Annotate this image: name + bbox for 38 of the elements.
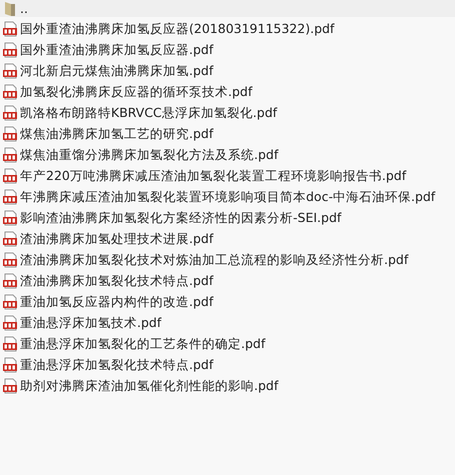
pdf-file-icon [2,20,18,36]
folder-icon [2,0,18,16]
file-name[interactable]: 国外重渣油沸腾床加氢反应器.pdf [20,42,214,58]
file-name[interactable]: 渣油沸腾床加氢裂化技术对炼油加工总流程的影响及经济性分析.pdf [20,252,408,268]
pdf-file-icon [2,42,18,58]
file-name[interactable]: 年产220万吨沸腾床减压渣油加氢裂化装置工程环境影响报告书.pdf [20,168,406,184]
file-name[interactable]: 国外重渣油沸腾床加氢反应器(20180319115322).pdf [20,20,334,36]
file-name[interactable]: 河北新启元煤焦油沸腾床加氢.pdf [20,62,214,78]
pdf-file-icon [2,378,18,394]
pdf-file-icon [2,188,18,204]
pdf-file-icon [2,104,18,120]
pdf-file-icon [2,62,18,78]
parent-folder-link[interactable]: .. [20,0,28,16]
pdf-file-icon [2,210,18,226]
pdf-file-icon [2,126,18,142]
file-name[interactable]: 年沸腾床减压渣油加氢裂化装置环境影响项目简本doc-中海石油环保.pdf [20,188,436,204]
pdf-file-icon [2,336,18,352]
pdf-file-icon [2,168,18,184]
file-name[interactable]: 影响渣油沸腾床加氢裂化方案经济性的因素分析-SEI.pdf [20,210,342,226]
file-name[interactable]: 凯洛格布朗路特KBRVCC悬浮床加氢裂化.pdf [20,104,278,120]
file-name[interactable]: 重油悬浮床加氢裂化技术特点.pdf [20,356,214,372]
file-name[interactable]: 重油加氢反应器内构件的改造.pdf [20,294,214,310]
file-name[interactable]: 煤焦油沸腾床加氢工艺的研究.pdf [20,126,214,142]
file-name[interactable]: 煤焦油重馏分沸腾床加氢裂化方法及系统.pdf [20,146,278,162]
file-name[interactable]: 加氢裂化沸腾床反应器的循环泵技术.pdf [20,84,252,100]
pdf-file-icon [2,146,18,162]
file-name[interactable]: 重油悬浮床加氢裂化的工艺条件的确定.pdf [20,336,266,352]
pdf-file-icon [2,294,18,310]
pdf-file-icon [2,314,18,330]
file-name[interactable]: 重油悬浮床加氢技术.pdf [20,314,162,330]
file-name[interactable]: 渣油沸腾床加氢裂化技术特点.pdf [20,272,214,288]
pdf-file-icon [2,252,18,268]
pdf-file-icon [2,356,18,372]
pdf-file-icon [2,272,18,288]
file-name[interactable]: 助剂对沸腾床渣油加氢催化剂性能的影响.pdf [20,378,278,394]
file-name[interactable]: 渣油沸腾床加氢处理技术进展.pdf [20,230,214,246]
pdf-file-icon [2,230,18,246]
pdf-file-icon [2,84,18,100]
